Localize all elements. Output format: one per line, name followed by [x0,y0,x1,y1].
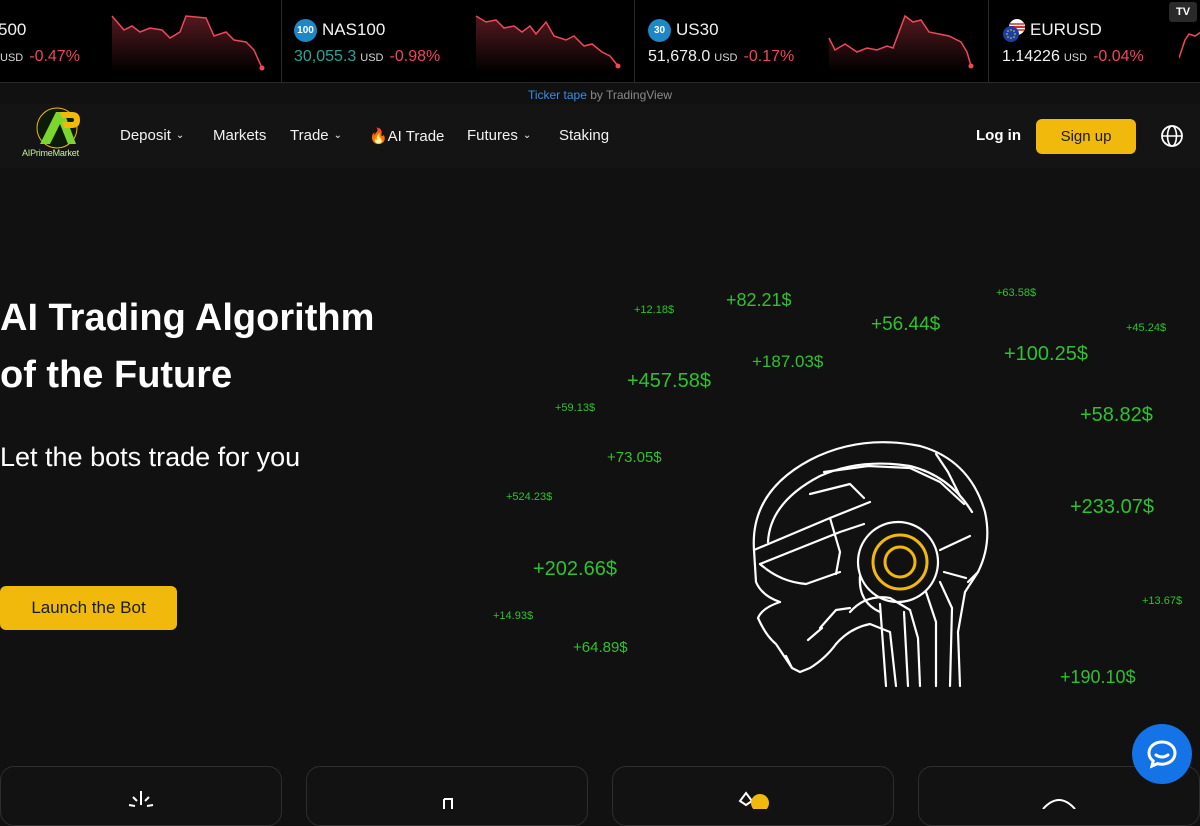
profit-label: +12.18$ [634,304,675,316]
profit-label: +233.07$ [1070,496,1154,518]
nav-futures[interactable]: Futures ⌄ [467,127,531,144]
feature-card-2[interactable] [306,766,588,826]
sparkline-chart [111,15,265,72]
feature-card-1[interactable] [0,766,282,826]
profit-label: +13.67$ [1142,595,1183,607]
ticker-item-spx[interactable]: 500 USD -0.47% [0,0,282,82]
ticker-price: 1.14226 USD -0.04% [1002,48,1144,65]
us30-badge-icon: 30 [648,19,671,42]
profit-label: +63.58$ [996,287,1037,299]
sparkline-chart [475,15,621,72]
ticker-symbol: EURUSD [1030,20,1102,39]
nas100-badge-icon: 100 [294,19,317,42]
ticker-price: USD -0.47% [0,48,80,65]
ticker-tape-link[interactable]: Ticker tape [528,88,587,102]
profit-label: +73.05$ [607,449,662,466]
nav-ai-trade[interactable]: 🔥AI Trade [369,127,444,145]
crypto-coins-icon [738,791,769,809]
profit-label: +524.23$ [506,491,553,503]
profit-label: +45.24$ [1126,322,1167,334]
nav-trade[interactable]: Trade ⌄ [290,127,342,144]
navbar: AIPrimeMarket Deposit ⌄ Markets Trade ⌄ 🔥A… [0,104,1200,168]
ticker-price: 30,055.3 USD -0.98% [294,48,441,65]
profit-label: +64.89$ [573,639,628,656]
sparkline-chart [828,14,974,72]
tradingview-logo-icon[interactable]: TV [1169,2,1197,22]
profit-label: +202.66$ [533,558,617,580]
globe-icon[interactable] [1160,124,1184,148]
profit-label: +59.13$ [555,402,596,414]
chat-widget-button[interactable] [1132,724,1192,784]
login-link[interactable]: Log in [976,127,1021,144]
sparkle-icon [128,791,154,807]
chart-circle-icon [1042,799,1076,809]
logo-mark-icon [36,107,80,149]
eurusd-flag-icon [1003,19,1025,42]
hero-subtitle: Let the bots trade for you [0,442,301,472]
ticker-change: -0.47% [29,48,80,65]
brand-name: AIPrimeMarket [22,148,79,158]
profit-label: +56.44$ [871,314,941,335]
nav-staking[interactable]: Staking [559,127,609,144]
brand-logo[interactable]: AIPrimeMarket [22,104,92,168]
profit-label: +187.03$ [752,352,824,371]
ticker-credit: Ticker tape by TradingView [527,88,673,102]
ticker-change: -0.17% [743,48,795,65]
profit-label: +58.82$ [1080,404,1153,426]
ticker-tape: 500 USD -0.47% 100 NAS100 30,055.3 USD -0.9… [0,0,1200,83]
profit-label: +190.10$ [1060,667,1136,687]
robot-head-illustration [752,441,989,688]
ticker-symbol: US30 [676,20,719,39]
profit-label: +14.93$ [493,610,534,622]
ticker-change: -0.04% [1093,48,1144,65]
nav-deposit[interactable]: Deposit ⌄ [120,127,184,144]
ticker-price: 51,678.0 USD -0.17% [648,48,795,65]
ticker-item-us30[interactable]: 30 US30 51,678.0 USD -0.17% [635,0,989,82]
ticker-symbol: NAS100 [322,20,386,39]
signup-button[interactable]: Sign up [1036,119,1136,154]
ticker-change: -0.98% [389,48,441,65]
chevron-down-icon: ⌄ [522,130,532,141]
profit-label: +100.25$ [1004,343,1088,365]
feature-card-3[interactable] [612,766,894,826]
nav-markets[interactable]: Markets [213,127,266,144]
ticker-item-nas100[interactable]: 100 NAS100 30,055.3 USD -0.98% [282,0,635,82]
profit-label: +457.58$ [627,370,711,392]
chat-bubble-icon [1147,740,1177,769]
profit-label: +82.21$ [726,290,792,310]
chevron-down-icon: ⌄ [333,130,343,141]
device-icon [443,798,453,809]
hero-title: AI Trading Algorithm of the Future [0,297,375,396]
launch-bot-button[interactable]: Launch the Bot [0,586,177,630]
ticker-symbol: 500 [0,20,27,39]
chevron-down-icon: ⌄ [175,130,185,141]
